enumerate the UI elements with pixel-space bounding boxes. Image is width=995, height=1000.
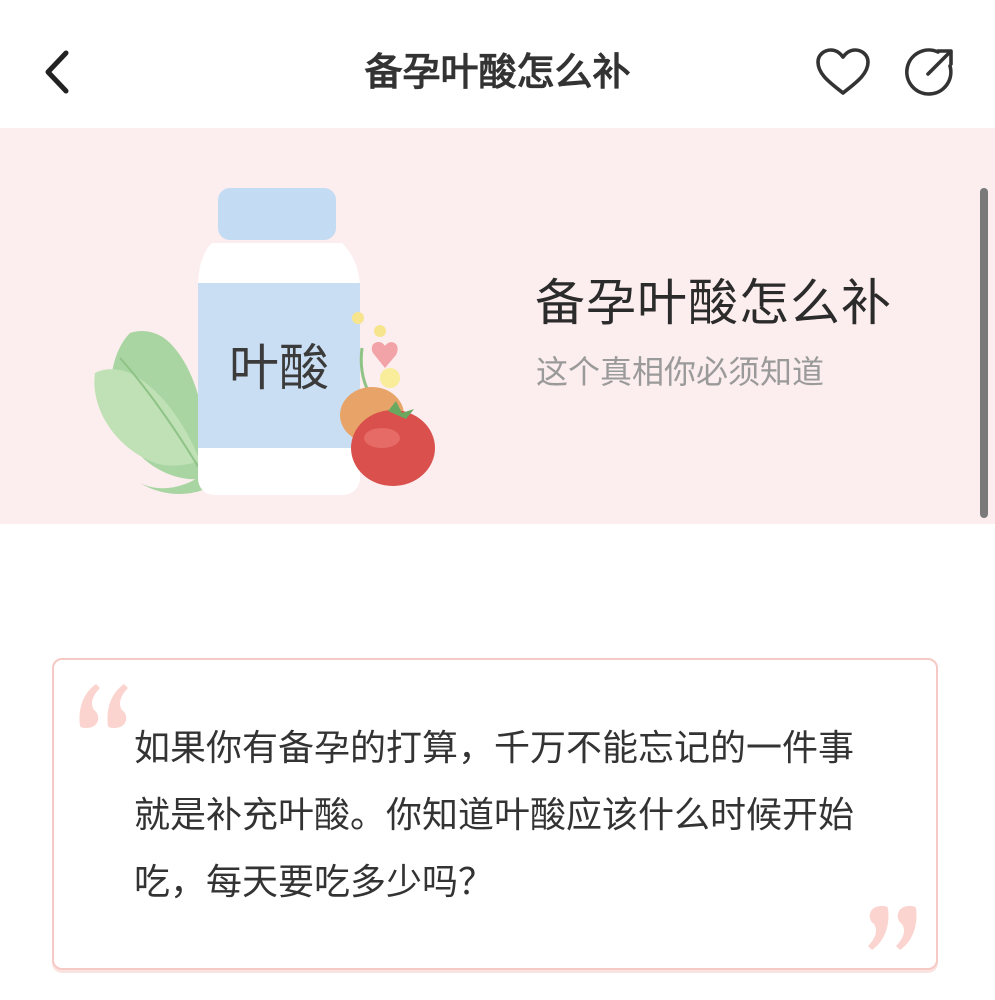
- back-button[interactable]: [28, 40, 84, 104]
- heart-outline-icon: [816, 48, 870, 95]
- intro-quote-text: 如果你有备孕的打算，千万不能忘记的一件事就是补充叶酸。你知道叶酸应该什么时候开始…: [134, 728, 855, 903]
- bottle-label-text: 叶酸: [229, 339, 329, 397]
- hero-banner: 叶酸 备孕叶酸怎么补 这个真相你必须知道: [0, 128, 995, 524]
- chevron-left-icon: [45, 50, 69, 94]
- scrollbar-thumb[interactable]: [980, 188, 988, 518]
- close-quote-icon: [868, 905, 917, 950]
- share-arrow-icon: [905, 48, 953, 96]
- share-button[interactable]: [898, 42, 962, 102]
- favorite-button[interactable]: [810, 42, 876, 102]
- banner-title: 备孕叶酸怎么补: [535, 274, 892, 332]
- page-title: 备孕叶酸怎么补: [364, 50, 631, 94]
- open-quote-icon: [79, 684, 128, 729]
- top-nav-bar: 备孕叶酸怎么补: [0, 0, 995, 128]
- banner-subtitle: 这个真相你必须知道: [536, 353, 825, 391]
- bottle-cap: [218, 188, 336, 240]
- intro-quote-card: 如果你有备孕的打算，千万不能忘记的一件事就是补充叶酸。你知道叶酸应该什么时候开始…: [52, 658, 938, 970]
- page: 备孕叶酸怎么补 叶酸 备孕叶酸怎么补 这个真相你必须知道 如果你有备孕的打算，千…: [0, 0, 995, 1000]
- folic-acid-bottle-illustration: 叶酸: [94, 188, 435, 495]
- leaf-icon: [94, 331, 208, 495]
